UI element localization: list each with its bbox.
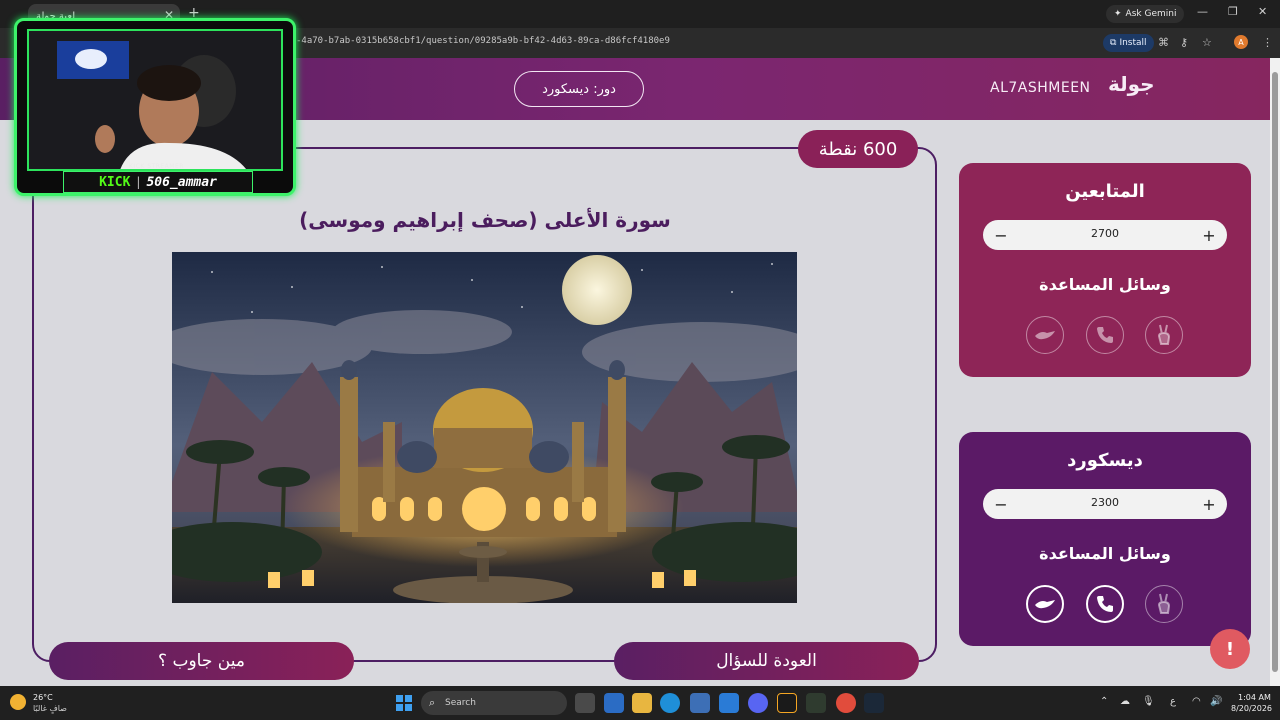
team-name: المتابعين	[1065, 181, 1145, 202]
wifi-icon[interactable]: ◠	[1192, 696, 1201, 707]
taskbar-search[interactable]: ⌕ Search	[421, 691, 567, 715]
password-key-icon[interactable]: ⚷	[1180, 36, 1188, 49]
streamer-nameplate: KICK | 506_ammar	[63, 171, 253, 193]
turn-indicator: دور: ديسكورد	[514, 71, 644, 107]
windows-start-icon[interactable]	[396, 695, 412, 711]
kick-logo: KICK	[99, 174, 131, 190]
install-icon: ⧉	[1110, 38, 1117, 48]
webcam-overlay: KICK STREAMER KICK | 506_ammar	[14, 18, 296, 196]
team-panel-followers: المتابعين − 2700 + وسائل المساعدة	[959, 163, 1251, 377]
back-to-question-button[interactable]: العودة للسؤال	[614, 642, 919, 680]
bookmark-star-icon[interactable]: ☆	[1202, 36, 1212, 49]
two-fingers-icon[interactable]	[1145, 316, 1183, 354]
translate-icon[interactable]: ⌘	[1158, 36, 1169, 49]
menu-dots-icon[interactable]: ⋮	[1262, 36, 1273, 49]
clock-time[interactable]: 1:04 AM	[1238, 693, 1271, 702]
close-window-icon[interactable]: ✕	[1258, 5, 1267, 18]
phone-icon[interactable]	[1086, 585, 1124, 623]
team-panel-discord: ديسكورد − 2300 + وسائل المساعدة	[959, 432, 1251, 646]
ask-gemini-button[interactable]: ✦ Ask Gemini	[1106, 5, 1185, 23]
chrome-icon[interactable]	[836, 693, 856, 713]
weather-temperature: 26°C	[33, 693, 53, 702]
increase-score-button[interactable]: +	[1197, 492, 1221, 516]
weather-description: صافٍ غالبًا	[33, 704, 67, 713]
separator: |	[136, 175, 141, 189]
hand-shake-icon[interactable]	[1026, 585, 1064, 623]
steam-icon[interactable]	[864, 693, 884, 713]
question-title: سورة الأعلى (صحف إبراهيم وموسى)	[299, 208, 671, 232]
search-icon: ⌕	[429, 696, 436, 709]
score-control: − 2700 +	[983, 220, 1227, 250]
points-badge: 600 نقطة	[798, 130, 918, 168]
microphone-icon[interactable]: 🎙	[1142, 696, 1155, 707]
minimize-icon[interactable]: —	[1197, 5, 1208, 18]
language-indicator[interactable]: ع	[1170, 696, 1176, 707]
page-scrollbar[interactable]	[1270, 58, 1280, 686]
aids-title: وسائل المساعدة	[1039, 275, 1171, 294]
streamer-name: 506_ammar	[146, 174, 217, 190]
team-name: ديسكورد	[1067, 450, 1143, 471]
team-score: 2700	[1091, 227, 1119, 240]
exclamation-icon[interactable]: !	[1210, 629, 1250, 669]
profile-avatar[interactable]: A	[1234, 35, 1248, 49]
app-icon[interactable]	[777, 693, 797, 713]
url-field[interactable]: -4a70-b7ab-0315b658cbf1/question/09285a9…	[296, 36, 670, 46]
clock-date[interactable]: 8/20/2026	[1231, 704, 1272, 713]
scroll-thumb[interactable]	[1272, 72, 1278, 672]
app-icon[interactable]	[806, 693, 826, 713]
maximize-icon[interactable]: ❐	[1228, 5, 1238, 18]
file-explorer-icon[interactable]	[632, 693, 652, 713]
mail-icon[interactable]	[719, 693, 739, 713]
cloud-icon[interactable]: ☁	[1120, 696, 1130, 707]
question-image	[172, 252, 797, 603]
increase-score-button[interactable]: +	[1197, 223, 1221, 247]
webcam-feed	[27, 29, 283, 171]
widgets-icon[interactable]	[604, 693, 624, 713]
discord-icon[interactable]	[748, 693, 768, 713]
streamer-badge: KICK STREAMER	[129, 163, 184, 170]
team-score: 2300	[1091, 496, 1119, 509]
chevron-up-icon[interactable]: ⌃	[1100, 696, 1108, 707]
store-icon[interactable]	[690, 693, 710, 713]
who-answered-button[interactable]: مين جاوب ؟	[49, 642, 354, 680]
install-app-button[interactable]: ⧉ Install	[1103, 34, 1154, 52]
volume-icon[interactable]: 🔊	[1210, 696, 1222, 707]
jawla-logo[interactable]: جولة	[1108, 72, 1155, 96]
host-username: AL7ASHMEEN	[990, 80, 1091, 96]
score-control: − 2300 +	[983, 489, 1227, 519]
two-fingers-icon[interactable]	[1145, 585, 1183, 623]
task-view-icon[interactable]	[575, 693, 595, 713]
weather-icon[interactable]	[10, 694, 26, 710]
edge-icon[interactable]	[660, 693, 680, 713]
aids-title: وسائل المساعدة	[1039, 544, 1171, 563]
windows-taskbar: 26°C صافٍ غالبًا ⌕ Search ⌃ ☁ 🎙 ع ◠ 🔊 1:…	[0, 686, 1280, 720]
hand-shake-icon[interactable]	[1026, 316, 1064, 354]
gemini-icon: ✦	[1114, 9, 1122, 19]
phone-icon[interactable]	[1086, 316, 1124, 354]
